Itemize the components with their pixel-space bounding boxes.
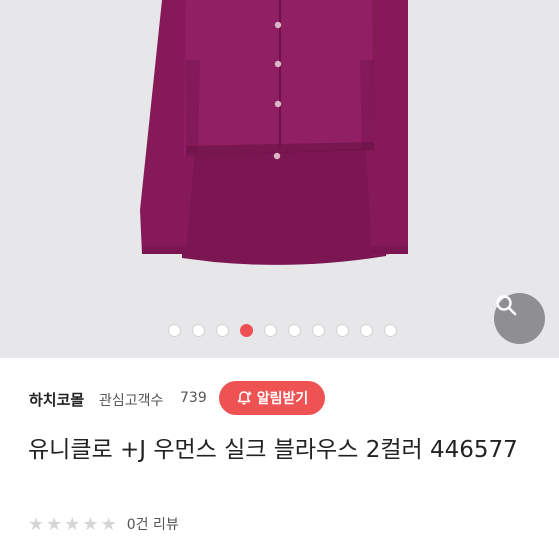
gallery-dot[interactable]: [336, 324, 349, 337]
product-title: 유니클로 +J 우먼스 실크 블라우스 2컬러 446577: [28, 437, 518, 463]
gallery-dot[interactable]: [264, 324, 277, 337]
rating-stars: ★ ★ ★ ★ ★: [28, 515, 119, 534]
subscribe-alarm-button[interactable]: 알림받기: [219, 381, 325, 415]
shop-name-link[interactable]: 하치코몰: [29, 389, 84, 410]
gallery-dot[interactable]: [192, 324, 205, 337]
gallery-dot[interactable]: [312, 324, 325, 337]
gallery-dot[interactable]: [216, 324, 229, 337]
gallery-dot-active[interactable]: [240, 324, 253, 337]
star-icon: ★: [82, 513, 99, 535]
gallery-dot[interactable]: [360, 324, 373, 337]
gallery-pagination: [0, 323, 559, 339]
star-icon: ★: [64, 513, 81, 535]
follower-count: 739: [180, 390, 207, 406]
zoom-button[interactable]: [494, 293, 545, 344]
gallery-dot[interactable]: [384, 324, 397, 337]
follower-label: 관심고객수: [99, 393, 164, 409]
subscribe-alarm-label: 알림받기: [256, 391, 309, 407]
product-image: [140, 0, 408, 265]
seller-info: 하치코몰 관심고객수 739 알림받기: [0, 376, 559, 422]
bell-plus-icon: [237, 390, 252, 405]
review-summary[interactable]: ★ ★ ★ ★ ★ 0건 리뷰: [28, 512, 179, 536]
gallery-dot[interactable]: [288, 324, 301, 337]
search-icon: [496, 295, 517, 316]
review-count: 0건 리뷰: [126, 517, 179, 533]
star-icon: ★: [100, 513, 117, 535]
gallery-dot[interactable]: [168, 324, 181, 337]
product-image-gallery[interactable]: [0, 0, 559, 358]
star-icon: ★: [46, 513, 63, 535]
star-icon: ★: [28, 513, 45, 535]
